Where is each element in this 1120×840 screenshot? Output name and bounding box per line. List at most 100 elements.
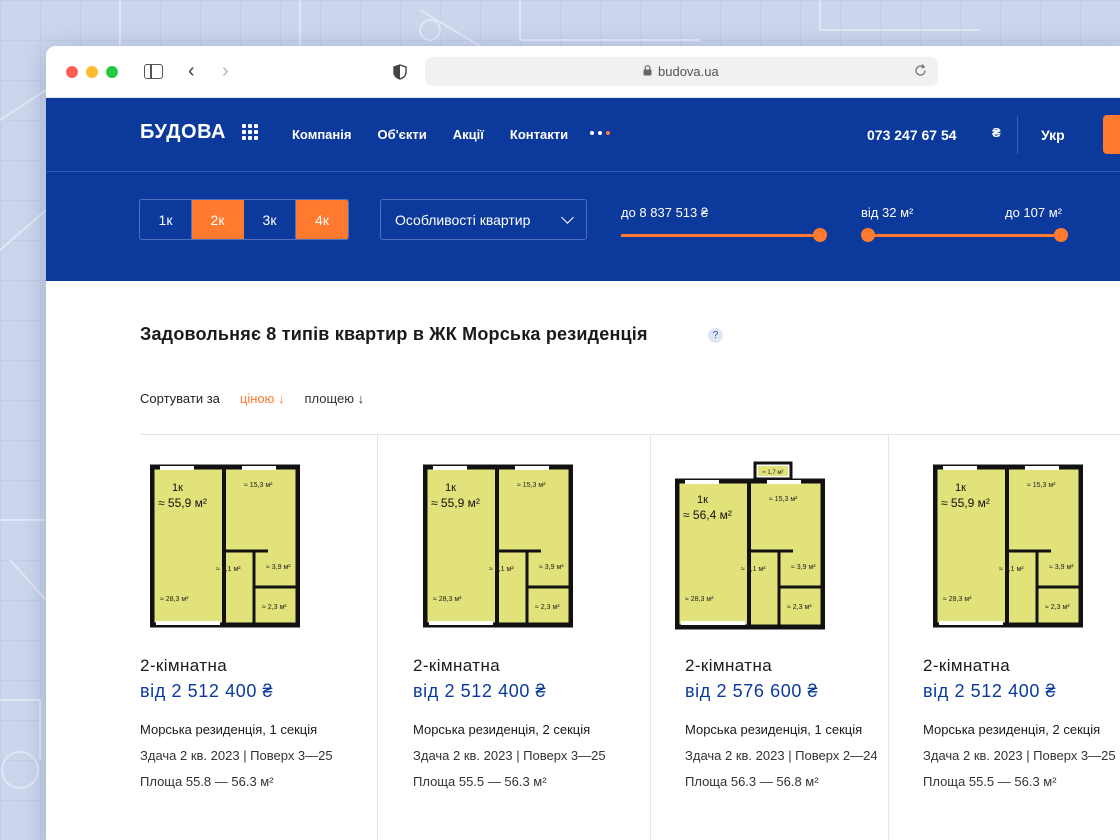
plan-room-area: ≈ 6,1 м²	[741, 566, 766, 573]
menu-item-company[interactable]: Компанія	[292, 127, 351, 142]
plan-room-area: ≈ 15,3 м²	[1027, 482, 1056, 489]
menu-item-promotions[interactable]: Акції	[453, 127, 484, 142]
plan-total-area: ≈ 55,9 м²	[941, 496, 990, 510]
area-min-label: від 32 м²	[861, 205, 914, 220]
room-filter-3k[interactable]: 3к	[244, 200, 296, 239]
area-range: Площа 56.3 — 56.8 м²	[685, 774, 819, 789]
plan-room-area: ≈ 28,3 м²	[943, 596, 972, 603]
area-slider-max-handle[interactable]	[1054, 228, 1068, 242]
plan-room-area: ≈ 6,1 м²	[489, 566, 514, 573]
apartment-price: від 2 512 400 ₴	[140, 681, 274, 701]
apartment-card[interactable]: 1к ≈ 55,9 м² ≈ 15,3 м² ≈ 6,1 м² ≈ 3,9 м²…	[413, 435, 651, 840]
room-filter-1k[interactable]: 1к	[140, 200, 192, 239]
reload-icon[interactable]	[913, 63, 928, 78]
plan-room-area: ≈ 2,3 м²	[262, 604, 287, 611]
apartment-type: 2-кімнатна	[685, 656, 773, 675]
complex-section: Морська резиденція, 1 секція	[685, 722, 863, 737]
filter-bar: 1к 2к 3к 4к Особливості квартир до 8 837…	[46, 171, 1120, 281]
plan-room-area: ≈ 28,3 м²	[685, 596, 714, 603]
header-divider	[1017, 116, 1018, 154]
features-dropdown-label: Особливості квартир	[395, 212, 531, 228]
plan-rooms: 1к	[697, 494, 708, 506]
apartment-card[interactable]: 1к ≈ 55,9 м² ≈ 15,3 м² ≈ 6,1 м² ≈ 3,9 м²…	[140, 435, 378, 840]
browser-toolbar: ‹ › budova.ua	[46, 46, 1120, 98]
language-switch[interactable]: Укр	[1041, 127, 1065, 143]
area-range: Площа 55.8 — 56.3 м²	[140, 774, 274, 789]
complex-section: Морська резиденція, 2 секція	[413, 722, 591, 737]
currency-switch[interactable]: ₴	[992, 125, 1001, 140]
phone-number[interactable]: 073 247 67 54	[867, 127, 957, 143]
main-menu: Компанія Об'єкти Акції Контакти	[292, 127, 568, 142]
plan-room-area: ≈ 3,9 м²	[539, 564, 564, 571]
floor-plan[interactable]: 1к ≈ 55,9 м² ≈ 15,3 м² ≈ 6,1 м² ≈ 3,9 м²…	[423, 461, 573, 631]
area-slider-track[interactable]	[867, 234, 1061, 237]
plan-room-area: ≈ 2,3 м²	[535, 604, 560, 611]
completion-floors: Здача 2 кв. 2023 | Поверх 3—25	[923, 748, 1116, 763]
header-cta-button[interactable]	[1103, 115, 1120, 154]
apartment-card[interactable]: 1к ≈ 55,9 м² ≈ 15,3 м² ≈ 6,1 м² ≈ 3,9 м²…	[923, 435, 1120, 840]
room-count-selector: 1к 2к 3к 4к	[139, 199, 349, 240]
plan-rooms: 1к	[955, 482, 966, 494]
close-window-button[interactable]	[66, 66, 78, 78]
apartment-price: від 2 512 400 ₴	[923, 681, 1057, 701]
apartment-type: 2-кімнатна	[413, 656, 501, 675]
plan-room-area: ≈ 28,3 м²	[433, 596, 462, 603]
back-arrow-icon[interactable]: ‹	[188, 61, 195, 81]
area-max-label: до 107 м²	[1005, 205, 1062, 220]
plan-total-area: ≈ 55,9 м²	[158, 496, 207, 510]
apartment-price: від 2 512 400 ₴	[413, 681, 547, 701]
menu-item-contacts[interactable]: Контакти	[510, 127, 568, 142]
help-icon[interactable]: ?	[708, 328, 723, 343]
sort-by-area[interactable]: площею ↓	[305, 391, 365, 406]
features-dropdown[interactable]: Особливості квартир	[380, 199, 587, 240]
price-slider-handle[interactable]	[813, 228, 827, 242]
plan-room-area: ≈ 3,9 м²	[266, 564, 291, 571]
plan-rooms: 1к	[445, 482, 456, 494]
chevron-down-icon	[561, 211, 574, 224]
completion-floors: Здача 2 кв. 2023 | Поверх 2—24	[685, 748, 878, 763]
plan-room-area: ≈ 3,9 м²	[791, 564, 816, 571]
forward-arrow-icon[interactable]: ›	[222, 61, 229, 81]
completion-floors: Здача 2 кв. 2023 | Поверх 3—25	[140, 748, 333, 763]
floor-plan[interactable]: 1к ≈ 55,9 м² ≈ 15,3 м² ≈ 6,1 м² ≈ 3,9 м²…	[933, 461, 1083, 631]
room-filter-2k[interactable]: 2к	[192, 200, 244, 239]
completion-floors: Здача 2 кв. 2023 | Поверх 3—25	[413, 748, 606, 763]
complex-section: Морська резиденція, 2 секція	[923, 722, 1101, 737]
address-bar[interactable]: budova.ua	[425, 57, 938, 86]
plan-room-area: ≈ 15,3 м²	[244, 482, 273, 489]
price-max-label: до 8 837 513 ₴	[621, 205, 709, 220]
site-header: БУДОВА Компанія Об'єкти Акції Контакти 0…	[46, 98, 1120, 171]
minimize-window-button[interactable]	[86, 66, 98, 78]
more-menu-icon[interactable]	[590, 131, 610, 135]
plan-room-area: ≈ 2,3 м²	[1045, 604, 1070, 611]
results-title: Задовольняє 8 типів квартир в ЖК Морська…	[140, 324, 648, 344]
price-slider-track[interactable]	[621, 234, 821, 237]
room-filter-4k[interactable]: 4к	[296, 200, 348, 239]
floor-plan[interactable]: 1к ≈ 55,9 м² ≈ 15,3 м² ≈ 6,1 м² ≈ 3,9 м²…	[150, 461, 300, 631]
zoom-window-button[interactable]	[106, 66, 118, 78]
browser-window: ‹ › budova.ua БУДОВА Компанія Об'єкти Ак…	[46, 46, 1120, 840]
apartment-type: 2-кімнатна	[140, 656, 228, 675]
plan-total-area: ≈ 55,9 м²	[431, 496, 480, 510]
complex-section: Морська резиденція, 1 секція	[140, 722, 318, 737]
logo[interactable]: БУДОВА	[140, 121, 226, 144]
plan-room-area: ≈ 15,3 м²	[769, 496, 798, 503]
plan-room-area: ≈ 15,3 м²	[517, 482, 546, 489]
floor-plan[interactable]: ≈ 1,7 м² 1к ≈ 56,4 м² ≈ 15,3 м² ≈ 6,1 м²…	[675, 461, 825, 631]
area-slider-min-handle[interactable]	[861, 228, 875, 242]
plan-room-area: ≈ 2,3 м²	[787, 604, 812, 611]
url-text: budova.ua	[658, 64, 719, 79]
menu-item-objects[interactable]: Об'єкти	[377, 127, 426, 142]
sidebar-toggle-icon[interactable]	[144, 64, 163, 79]
plan-room-area: ≈ 3,9 м²	[1049, 564, 1074, 571]
sort-by-price[interactable]: ціною ↓	[240, 391, 285, 406]
apartment-card[interactable]: ≈ 1,7 м² 1к ≈ 56,4 м² ≈ 15,3 м² ≈ 6,1 м²…	[675, 435, 923, 840]
plan-room-area: ≈ 28,3 м²	[160, 596, 189, 603]
apartment-type: 2-кімнатна	[923, 656, 1011, 675]
area-range: Площа 55.5 — 56.3 м²	[923, 774, 1057, 789]
shield-icon[interactable]	[393, 64, 407, 80]
plan-rooms: 1к	[172, 482, 183, 494]
plan-total-area: ≈ 56,4 м²	[683, 508, 732, 522]
sort-label: Сортувати за	[140, 391, 220, 406]
sort-controls: Сортувати за ціною ↓ площею ↓	[140, 391, 364, 406]
